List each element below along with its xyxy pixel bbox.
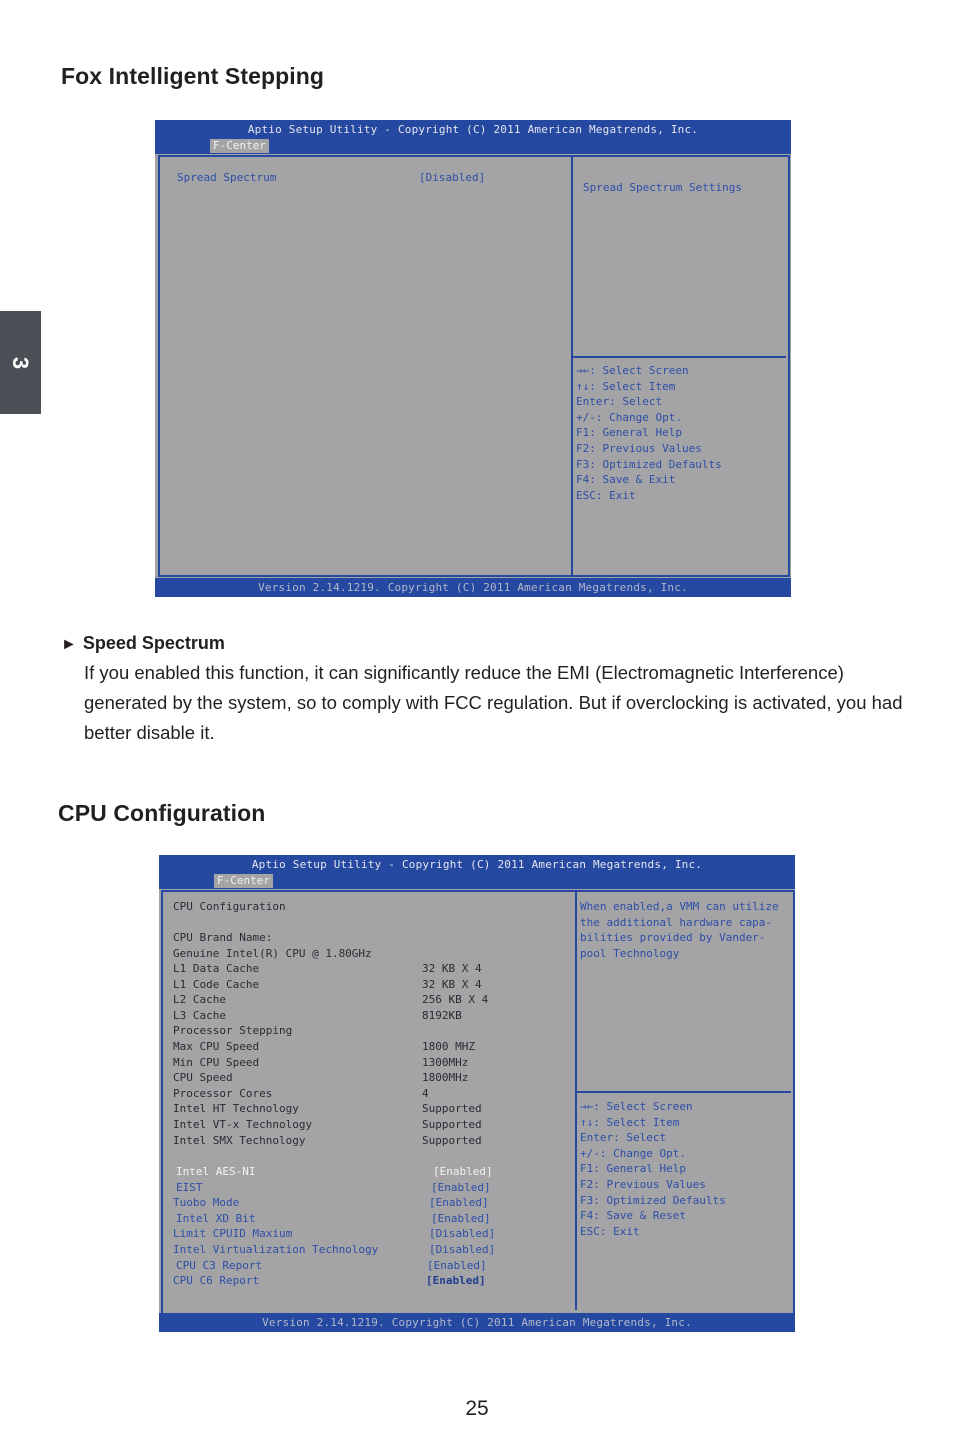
key-help-enter: Enter: Select bbox=[576, 395, 663, 409]
bios-help-text: When enabled,a VMM can utilize the addit… bbox=[580, 899, 779, 961]
bios-page-heading: CPU Configuration bbox=[173, 900, 286, 913]
chapter-tab: 3 bbox=[0, 311, 41, 414]
bios-key-help: →←: Select Screen ↑↓: Select Item Enter:… bbox=[580, 1099, 726, 1239]
key-help-f1: F1: General Help bbox=[580, 1162, 686, 1176]
bios-help-text: Spread Spectrum Settings bbox=[583, 181, 742, 194]
chapter-number: 3 bbox=[8, 356, 34, 369]
cpu-info-label: Intel HT Technology bbox=[173, 1102, 299, 1116]
cpu-info-label: Intel VT-x Technology bbox=[173, 1118, 313, 1131]
cpu-option-value[interactable]: [Disabled] bbox=[429, 1242, 495, 1258]
cpu-brand-value: Genuine Intel(R) CPU @ 1.80GHz bbox=[173, 946, 372, 960]
bios-header-bar: Aptio Setup Utility - Copyright (C) 2011… bbox=[159, 855, 795, 889]
cpu-option-value[interactable]: [Disabled] bbox=[429, 1226, 495, 1242]
key-help-change-opt: +/-: Change Opt. bbox=[580, 1146, 686, 1160]
cpu-option-value[interactable]: [Enabled] bbox=[427, 1258, 487, 1274]
help-line: the additional hardware capa- bbox=[580, 915, 773, 929]
page-number: 25 bbox=[465, 1397, 489, 1420]
key-help-select-screen: →←: Select Screen bbox=[580, 1100, 693, 1113]
bios-footer: Version 2.14.1219. Copyright (C) 2011 Am… bbox=[159, 1313, 795, 1332]
key-help-f3: F3: Optimized Defaults bbox=[576, 457, 722, 471]
cpu-option-value[interactable]: [Enabled] bbox=[429, 1195, 489, 1211]
cpu-option-label[interactable]: Limit CPUID Maxium bbox=[173, 1226, 292, 1242]
cpu-info-label: Max CPU Speed bbox=[173, 1040, 260, 1053]
key-help-f4: F4: Save & Exit bbox=[576, 473, 676, 487]
cpu-info-value: 8192KB bbox=[422, 1008, 462, 1022]
key-help-select-item: ↑↓: Select Item bbox=[580, 1115, 680, 1129]
cpu-option-label[interactable]: Intel AES-NI bbox=[176, 1164, 255, 1180]
cpu-info-value: 1800 MHZ bbox=[422, 1040, 475, 1053]
bios-panel-divider bbox=[575, 892, 577, 1310]
key-help-f4: F4: Save & Reset bbox=[580, 1209, 686, 1223]
key-help-change-opt: +/-: Change Opt. bbox=[576, 410, 682, 424]
key-help-esc: ESC: Exit bbox=[580, 1224, 640, 1238]
bios-item-value[interactable]: [Disabled] bbox=[419, 170, 485, 186]
tab-f-center[interactable]: F-Center bbox=[214, 874, 273, 888]
key-help-esc: ESC: Exit bbox=[576, 488, 636, 502]
cpu-info-label: Min CPU Speed bbox=[173, 1055, 260, 1069]
cpu-brand-label: CPU Brand Name: bbox=[173, 931, 273, 944]
key-help-enter: Enter: Select bbox=[580, 1131, 667, 1145]
cpu-info-label: L3 Cache bbox=[173, 1008, 226, 1022]
bios-panel-divider bbox=[571, 157, 573, 575]
bios-footer: Version 2.14.1219. Copyright (C) 2011 Am… bbox=[155, 578, 791, 597]
bios-header-title: Aptio Setup Utility - Copyright (C) 2011… bbox=[247, 123, 699, 136]
cpu-info-value: Supported bbox=[422, 1133, 482, 1147]
cpu-info-value: 256 KB X 4 bbox=[422, 993, 489, 1007]
bios-screenshot-fox-intelligent-stepping: Aptio Setup Utility - Copyright (C) 2011… bbox=[155, 120, 791, 597]
cpu-info-value: 32 KB X 4 bbox=[422, 977, 482, 991]
bullet-triangle-icon: ► bbox=[61, 636, 77, 653]
cpu-option-label[interactable]: CPU C6 Report bbox=[173, 1273, 259, 1289]
key-help-select-item: ↑↓: Select Item bbox=[576, 379, 676, 393]
key-help-f2: F2: Previous Values bbox=[580, 1177, 706, 1191]
help-line: pool Technology bbox=[580, 946, 680, 960]
cpu-info-value: 4 bbox=[422, 1086, 429, 1100]
cpu-option-value[interactable]: [Enabled] bbox=[431, 1211, 491, 1227]
cpu-option-value[interactable]: [Enabled] bbox=[426, 1273, 486, 1289]
cpu-option-value[interactable]: [Enabled] bbox=[431, 1180, 491, 1196]
help-line: bilities provided by Vander- bbox=[580, 931, 766, 945]
cpu-info-value: Supported bbox=[422, 1102, 482, 1116]
cpu-info-label: L2 Cache bbox=[173, 993, 226, 1007]
section-title-fox-intelligent-stepping: Fox Intelligent Stepping bbox=[61, 63, 325, 89]
cpu-option-label[interactable]: CPU C3 Report bbox=[176, 1258, 262, 1274]
cpu-option-label[interactable]: Intel Virtualization Technology bbox=[173, 1242, 378, 1258]
cpu-info-label: Processor Cores bbox=[173, 1086, 273, 1100]
key-help-f1: F1: General Help bbox=[576, 426, 682, 440]
option-description: If you enabled this function, it can sig… bbox=[84, 662, 903, 743]
cpu-info-label: L1 Data Cache bbox=[173, 962, 260, 975]
cpu-info-value: 1800MHz bbox=[422, 1071, 469, 1085]
cpu-info-label: Processor Stepping bbox=[173, 1024, 293, 1038]
bios-header-bar: Aptio Setup Utility - Copyright (C) 2011… bbox=[155, 120, 791, 154]
cpu-option-label[interactable]: EIST bbox=[176, 1180, 203, 1196]
bios-key-help: →←: Select Screen ↑↓: Select Item Enter:… bbox=[576, 363, 722, 503]
key-help-f3: F3: Optimized Defaults bbox=[580, 1193, 726, 1207]
bios-screenshot-cpu-configuration: Aptio Setup Utility - Copyright (C) 2011… bbox=[159, 855, 795, 1332]
cpu-option-label[interactable]: Tuobo Mode bbox=[173, 1195, 239, 1211]
key-help-select-screen: →←: Select Screen bbox=[576, 364, 689, 377]
cpu-option-label[interactable]: Intel XD Bit bbox=[176, 1211, 255, 1227]
option-heading: ► Speed Spectrum bbox=[61, 633, 225, 654]
bios-help-divider bbox=[577, 1091, 791, 1093]
section-title-cpu-configuration: CPU Configuration bbox=[58, 800, 266, 826]
help-line: When enabled,a VMM can utilize bbox=[580, 900, 779, 913]
bios-header-title: Aptio Setup Utility - Copyright (C) 2011… bbox=[251, 858, 703, 871]
cpu-info-value: Supported bbox=[422, 1118, 482, 1131]
tab-f-center[interactable]: F-Center bbox=[210, 139, 269, 153]
cpu-option-value[interactable]: [Enabled] bbox=[433, 1164, 493, 1180]
bios-help-divider bbox=[573, 356, 786, 358]
cpu-info-label: L1 Code Cache bbox=[173, 977, 260, 991]
key-help-f2: F2: Previous Values bbox=[576, 441, 702, 455]
option-heading-text: Speed Spectrum bbox=[82, 633, 225, 653]
bios-item-label[interactable]: Spread Spectrum bbox=[177, 170, 276, 186]
cpu-info-value: 32 KB X 4 bbox=[422, 962, 482, 975]
cpu-info-value: 1300MHz bbox=[422, 1055, 469, 1069]
cpu-info-label: Intel SMX Technology bbox=[173, 1133, 306, 1147]
cpu-info-label: CPU Speed bbox=[173, 1071, 233, 1085]
